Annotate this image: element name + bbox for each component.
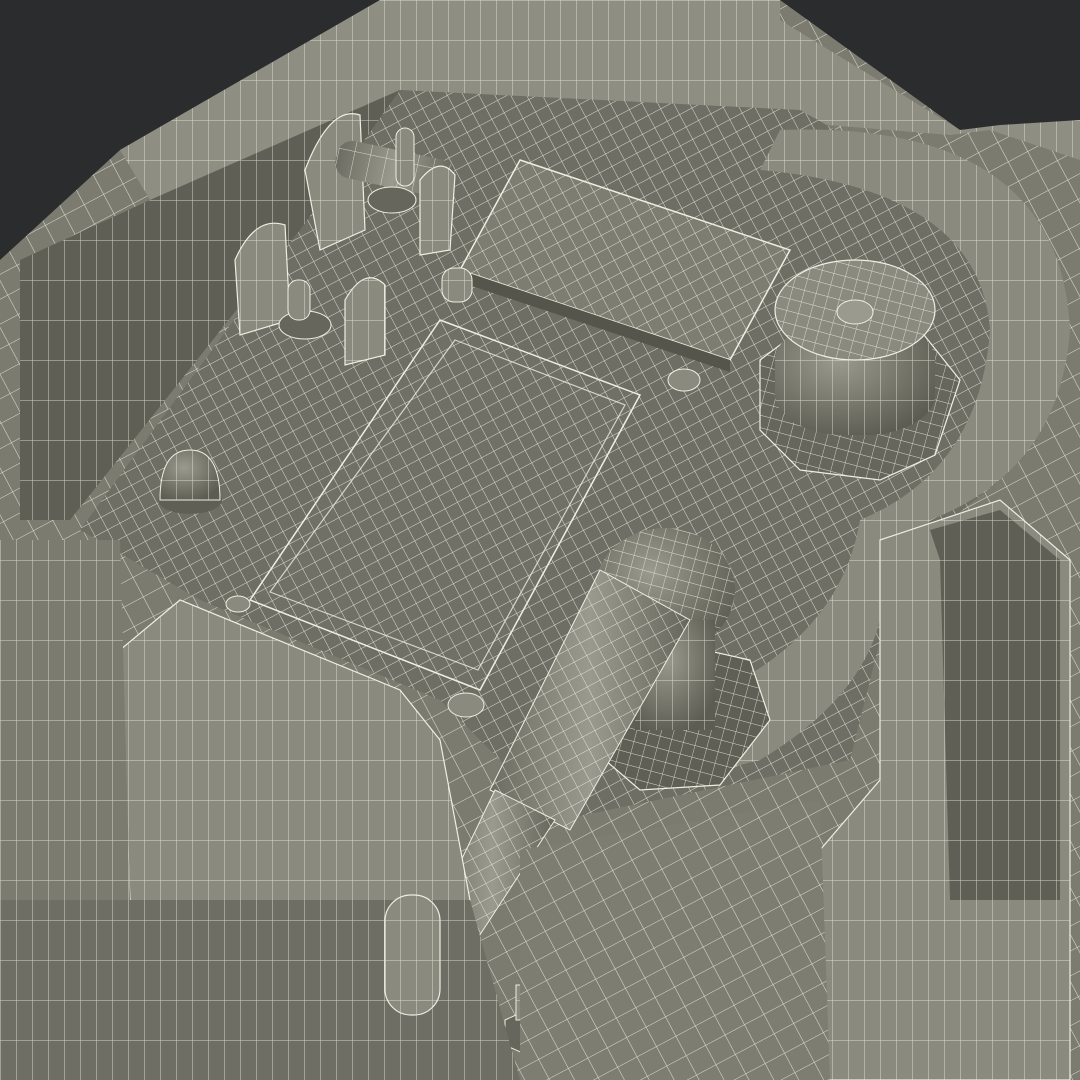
small-post [441,267,473,303]
filler-cap [759,259,961,481]
spout-hinge-tab [384,894,441,1016]
wireframe-render-scene [0,0,1080,1080]
